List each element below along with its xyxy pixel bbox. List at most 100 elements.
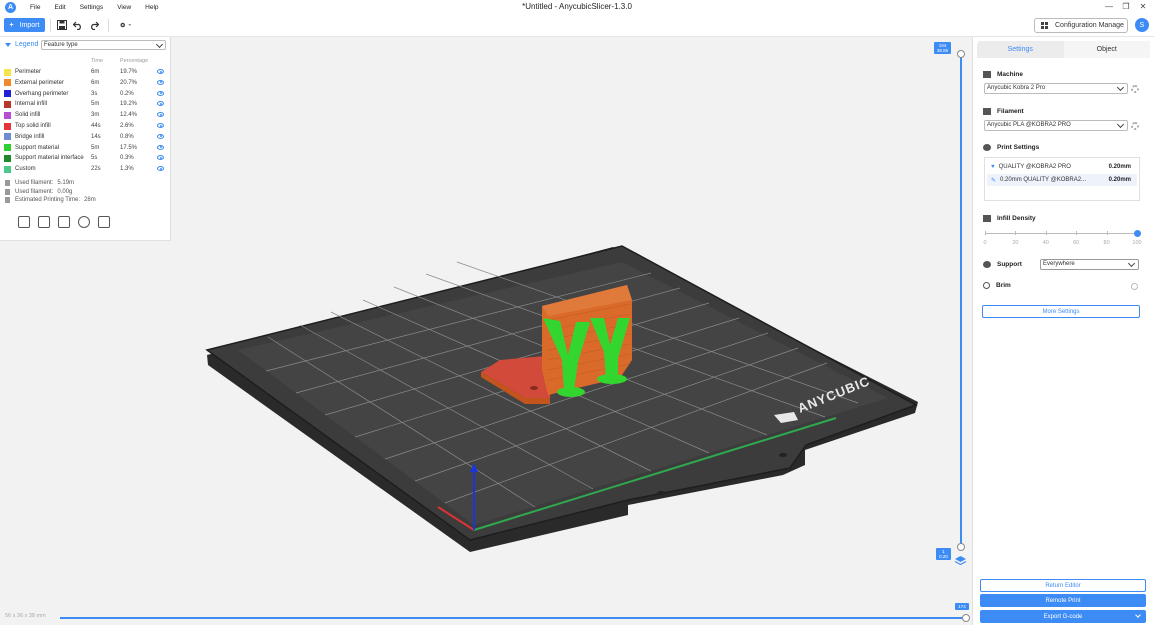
legend-item-percent: 19.7% (120, 69, 138, 75)
eye-icon[interactable] (157, 90, 164, 96)
filament-settings-icon[interactable] (1131, 122, 1139, 130)
legend-item-label: Custom (15, 166, 36, 173)
machine-select[interactable]: Anycubic Kobra 2 Pro (984, 83, 1128, 94)
legend-item-time: 44s (91, 123, 101, 129)
menu-help[interactable]: Help (145, 4, 158, 11)
column-header-percentage: Percentage (120, 58, 149, 64)
maximize-button[interactable]: ❐ (1120, 1, 1132, 13)
eye-icon[interactable] (157, 133, 164, 139)
gear-dropdown-icon[interactable] (119, 19, 131, 31)
save-icon[interactable] (56, 19, 68, 31)
legend-header[interactable]: Legend (5, 41, 38, 48)
iso-view-icon[interactable] (78, 216, 90, 228)
legend-item: Custom 22s 1.3% (4, 164, 168, 174)
print-profile-row[interactable]: ✎ 0.20mm QUALITY @KOBRA2... 0.20mm (987, 174, 1137, 186)
menu-edit[interactable]: Edit (54, 4, 65, 11)
infill-section-title: Infill Density (983, 215, 1036, 222)
move-slider-track[interactable] (60, 617, 966, 619)
brim-toggle[interactable] (1131, 283, 1138, 290)
menu-view[interactable]: View (117, 4, 131, 11)
layers-icon[interactable] (954, 555, 967, 567)
minimize-button[interactable]: — (1103, 1, 1115, 13)
top-layer-tag: 194 38.85 (934, 42, 951, 54)
undo-icon[interactable] (72, 19, 84, 31)
infill-tick (1076, 231, 1078, 235)
infill-slider-track[interactable] (985, 233, 1137, 234)
eye-icon[interactable] (157, 155, 164, 161)
redo-icon[interactable] (88, 19, 100, 31)
filament-value: Anycubic PLA @KOBRA2 PRO (987, 122, 1071, 128)
color-swatch (4, 122, 11, 130)
used-filament-weight-label: Used filament: (15, 189, 54, 195)
collapse-caret-icon[interactable] (5, 42, 11, 47)
menu-file[interactable]: File (30, 4, 40, 11)
eye-icon[interactable] (157, 123, 164, 128)
window-title: *Untitled - AnycubicSlicer-1.3.0 (522, 2, 632, 11)
print-settings-section-title: Print Settings (983, 144, 1039, 151)
cube-view-icon[interactable] (98, 216, 110, 228)
legend-item: Internal infill 5m 19.2% (4, 99, 168, 109)
support-label: Support (997, 261, 1022, 268)
infill-tick-label: 100 (1132, 240, 1142, 246)
estimated-time: Estimated Printing Time: 28m (5, 197, 96, 203)
infill-slider-knob[interactable] (1133, 230, 1141, 237)
machine-section-title: Machine (983, 71, 1023, 78)
panel-tabs: Settings Object (977, 41, 1150, 58)
user-avatar[interactable]: S (1135, 18, 1149, 32)
eye-icon[interactable] (157, 69, 164, 74)
legend-item-time: 6m (91, 69, 100, 75)
eye-icon[interactable] (157, 79, 164, 85)
used-filament-length: Used filament: 5.19m (5, 180, 74, 186)
top-layer-knob[interactable] (957, 50, 965, 58)
menu-settings[interactable]: Settings (80, 4, 104, 11)
legend-item: Support material interface 5s 0.3% (4, 153, 168, 163)
view-layer-down-icon[interactable] (58, 216, 70, 228)
color-swatch (4, 154, 11, 162)
machine-settings-icon[interactable] (1131, 85, 1139, 93)
legend-item-percent: 19.2% (120, 101, 138, 108)
machine-value: Anycubic Kobra 2 Pro (987, 85, 1046, 91)
print-profile-value: 0.20mm (1108, 177, 1131, 183)
chevron-down-icon (155, 40, 164, 49)
configuration-manage-button[interactable]: Configuration Manage (1034, 18, 1128, 33)
view-bottom-layer-icon[interactable] (18, 216, 30, 228)
toolbar-divider (108, 19, 109, 32)
infill-tick-label: 40 (1042, 240, 1049, 246)
chevron-down-icon[interactable] (1135, 612, 1141, 618)
print-profile-row[interactable]: ♥ QUALITY @KOBRA2 PRO 0.20mm (987, 161, 1137, 173)
eye-icon[interactable] (157, 166, 164, 172)
import-button[interactable]: + Import (4, 18, 45, 32)
export-gcode-button[interactable]: Export G-code (980, 610, 1146, 623)
legend-item-label: External perimeter (15, 79, 65, 86)
legend-item-time: 5s (91, 155, 98, 162)
tab-object[interactable]: Object (1063, 41, 1150, 58)
legend-item-time: 14s (91, 133, 101, 140)
eye-icon[interactable] (157, 101, 164, 107)
view-top-layer-icon[interactable] (38, 216, 50, 228)
model-size-text: 56 x 36 x 38 mm (5, 613, 46, 619)
legend-title: Legend (15, 41, 39, 48)
legend-item-time: 3m (91, 112, 100, 119)
legend-item: Top solid infill 44s 2.6% (4, 121, 168, 131)
filament-select[interactable]: Anycubic PLA @KOBRA2 PRO (984, 120, 1128, 131)
close-button[interactable]: ✕ (1137, 1, 1149, 13)
legend-item: Perimeter 6m 19.7% (4, 67, 168, 77)
used-filament-length-label: Used filament: (15, 180, 54, 186)
chevron-down-icon (1116, 83, 1125, 92)
support-select[interactable]: Everywhere (1040, 259, 1139, 270)
color-swatch (4, 68, 11, 76)
move-slider-knob[interactable] (962, 614, 970, 622)
support-icon (983, 261, 991, 268)
print-settings-label: Print Settings (997, 144, 1040, 151)
return-editor-button[interactable]: Return Editor (980, 579, 1146, 592)
bottom-layer-knob[interactable] (957, 543, 965, 551)
remote-print-button[interactable]: Remote Print (980, 594, 1146, 607)
more-settings-button[interactable]: More Settings (982, 305, 1140, 318)
tab-settings[interactable]: Settings (977, 41, 1064, 58)
move-value-tag: 174 (955, 603, 969, 610)
eye-icon[interactable] (157, 112, 164, 118)
infill-tick-label: 60 (1073, 240, 1080, 246)
view-type-select[interactable]: Feature type (41, 40, 166, 50)
eye-icon[interactable] (157, 144, 164, 150)
layer-slider-track[interactable] (960, 55, 962, 547)
